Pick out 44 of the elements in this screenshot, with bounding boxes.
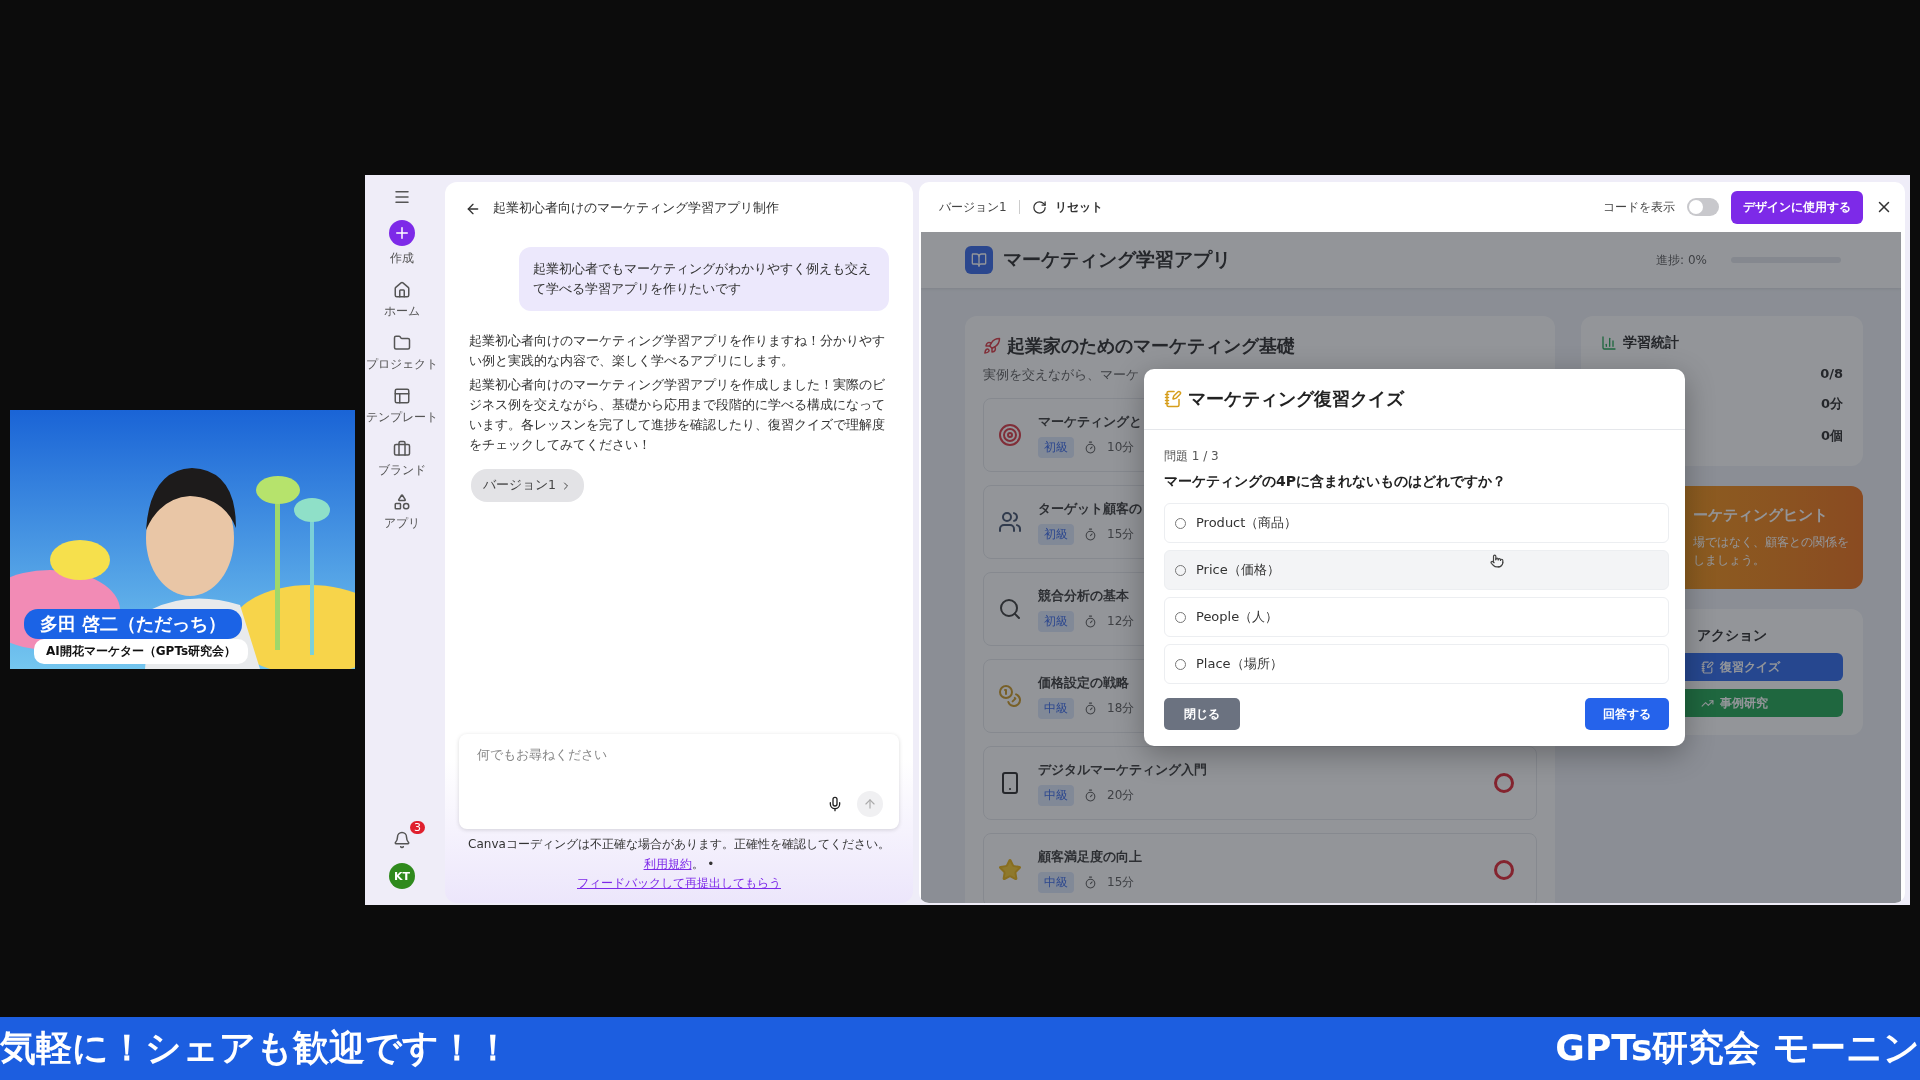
difficulty-tag: 中級 [1038,697,1074,719]
question-text: マーケティングの4Pに含まれないものはどれですか？ [1164,473,1507,491]
lesson-title: マーケティングと [1038,412,1142,431]
disclaimer-text: Canvaコーディングは不正確な場合があります。正確性を確認してください。 利用規約。 • フィードバックして再提出してもらう [467,836,891,892]
stat-value: 0分 [1819,395,1843,413]
stat-value: 0個 [1819,427,1843,445]
notification-count: 3 [410,821,425,834]
dialog-title: マーケティング復習クイズ [1188,387,1404,411]
difficulty-tag: 中級 [1038,784,1074,806]
ticker-text: GPTs研究会 モーニン [1555,1026,1920,1070]
chat-title: 起業初心者向けのマーケティング学習アプリ制作 [493,200,779,217]
lesson-duration: 12分 [1107,612,1135,630]
actions-title: アクション [1696,627,1768,645]
lesson-duration: 15分 [1107,873,1135,891]
course-title: 起業家のためのマーケティング基礎 [1007,334,1295,358]
progress-label: 進捗: 0% [1656,251,1707,269]
hint-title: ーケティングヒント [1693,506,1829,525]
lesson-title: デジタルマーケティング入門 [1038,760,1207,779]
course-subtitle: 実例を交えながら、マーケ [983,366,1140,384]
lesson-duration: 18分 [1107,699,1135,717]
lesson-title: 競合分析の基本 [1038,586,1130,605]
hint-text: 場ではなく、顧客との関係を しましょう。 [1693,534,1849,569]
lesson-title: 価格設定の戦略 [1038,673,1130,692]
difficulty-tag: 初級 [1038,436,1074,458]
lesson-duration: 20分 [1107,786,1135,804]
difficulty-tag: 初級 [1038,610,1074,632]
stat-value: 0/8 [1819,366,1843,381]
assistant-message: 起業初心者向けのマーケティング学習アプリを作りますね！分かりやすい例と実践的な内容で、楽しく学べるアプリにします。 [469,332,886,370]
lesson-title: 顧客満足度の向上 [1038,847,1142,866]
question-counter: 問題 1 / 3 [1164,448,1220,465]
assistant-message: 起業初心者向けのマーケティング学習アプリを作成しました！実際のビジネス例を交えながら、基礎から応用まで段階的に学べる構成になっています。各レッスンを完了して進捗を確認したり、復習クイズで理解度をチェックしてみてください！ [469,376,886,454]
difficulty-tag: 中級 [1038,871,1074,893]
user-message: 起業初心者でもマーケティングがわかりやすく例えも交えて学べる学習アプリを作りたいです [519,247,889,311]
lesson-title: ターゲット顧客の [1038,499,1142,518]
lesson-duration: 15分 [1107,525,1135,543]
speaker-title: AI開花マーケター（GPTs研究会） [34,639,249,664]
stats-title: 学習統計 [1623,334,1679,352]
speaker-name: 多田 啓二（ただっち） [24,609,243,639]
lesson-duration: 10分 [1107,438,1135,456]
version-label: バージョン1 [939,198,1007,216]
ticker-text: 気軽に！シェアも歓迎です！！ [0,1026,511,1070]
code-toggle-label: コードを表示 [1603,198,1675,216]
difficulty-tag: 初級 [1038,523,1074,545]
app-title: マーケティング学習アプリ [1003,247,1231,272]
